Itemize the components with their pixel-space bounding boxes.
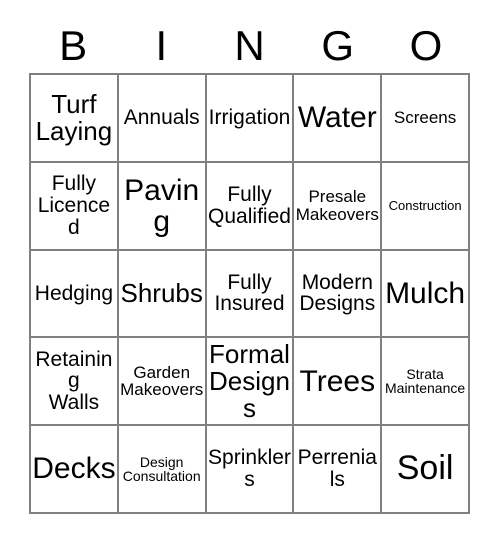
bingo-cell-label: Mulch [385, 276, 466, 310]
bingo-row: Retaining Walls Garden Makeovers Formal … [31, 338, 470, 427]
bingo-cell-label: Fully Insured [214, 270, 285, 316]
bingo-cell-label: Construction [388, 197, 462, 213]
bingo-cell[interactable]: Screens [382, 75, 470, 163]
bingo-cell[interactable]: Shrubs [118, 250, 207, 339]
bingo-cell-label: Sprinklers [208, 446, 291, 492]
bingo-row: Fully Licenced Paving Fully Qualified Pr… [31, 162, 470, 251]
bingo-cell[interactable]: Presale Makeovers [294, 162, 383, 251]
bingo-cell[interactable]: Mulch [382, 250, 470, 339]
bingo-cell-label: Modern Designs [299, 270, 376, 316]
bingo-cell-label: Formal Designs [209, 338, 290, 423]
bingo-cell[interactable]: Fully Insured [206, 250, 295, 339]
bingo-cell-label: Perrenials [297, 446, 377, 492]
bingo-cell-label: Strata Maintenance [385, 365, 466, 397]
bingo-grid: Turf Laying Annuals Irrigation Water Scr… [29, 73, 470, 514]
bingo-cell-label: Shrubs [120, 277, 203, 308]
bingo-cell-label: Presale Makeovers [295, 187, 379, 224]
bingo-cell[interactable]: Modern Designs [294, 250, 383, 339]
bingo-cell-label: Fully Licenced [37, 171, 111, 239]
bingo-cell-label: Water [297, 101, 377, 135]
bingo-cell-label: Screens [393, 108, 457, 128]
bingo-cell-label: Decks [32, 452, 116, 486]
header-letter-b: B [59, 21, 88, 69]
bingo-cell[interactable]: Annuals [118, 75, 207, 163]
bingo-cell-label: Paving [124, 173, 200, 238]
header-letter-g: G [321, 21, 355, 69]
bingo-cell-label: Trees [299, 364, 376, 398]
header-letter-o: O [409, 21, 443, 69]
bingo-cell[interactable]: Design Consultation [118, 426, 207, 514]
bingo-card: B I N G O Turf Laying Annuals Irrigation… [0, 0, 500, 544]
bingo-cell[interactable]: Paving [118, 162, 207, 251]
bingo-cell[interactable]: Turf Laying [31, 75, 119, 163]
bingo-cell-label: Soil [396, 449, 454, 488]
bingo-cell[interactable]: Water [294, 75, 383, 163]
header-letter-i: I [155, 21, 168, 69]
bingo-cell[interactable]: Formal Designs [206, 338, 295, 427]
bingo-cell[interactable]: Irrigation [206, 75, 295, 163]
bingo-cell-label: Annuals [123, 105, 200, 129]
bingo-cell[interactable]: Fully Licenced [31, 162, 119, 251]
bingo-cell[interactable]: Construction [382, 162, 470, 251]
bingo-cell[interactable]: Decks [31, 426, 119, 514]
bingo-cell[interactable]: Sprinklers [206, 426, 295, 514]
bingo-cell[interactable]: Trees [294, 338, 383, 427]
bingo-cell-label: Fully Qualified [208, 182, 291, 228]
bingo-cell-label: Garden Makeovers [120, 362, 204, 400]
bingo-row: Decks Design Consultation Sprinklers Per… [31, 426, 470, 514]
bingo-header: B I N G O [29, 18, 470, 73]
bingo-cell[interactable]: Garden Makeovers [118, 338, 207, 427]
bingo-cell[interactable]: Hedging [31, 250, 119, 339]
bingo-cell-label: Turf Laying [35, 88, 113, 146]
bingo-cell-label: Hedging [34, 281, 114, 305]
bingo-cell-label: Irrigation [208, 105, 291, 129]
bingo-cell[interactable]: Perrenials [294, 426, 383, 514]
bingo-cell[interactable]: Retaining Walls [31, 338, 119, 427]
bingo-cell[interactable]: Strata Maintenance [382, 338, 470, 427]
bingo-row: Hedging Shrubs Fully Insured Modern Desi… [31, 250, 470, 339]
bingo-cell[interactable]: Fully Qualified [206, 162, 295, 251]
header-letter-n: N [234, 21, 265, 69]
bingo-cell-label: Design Consultation [122, 453, 201, 485]
bingo-cell-label: Retaining Walls [35, 347, 113, 415]
bingo-cell[interactable]: Soil [382, 426, 470, 514]
bingo-row: Turf Laying Annuals Irrigation Water Scr… [31, 75, 470, 163]
